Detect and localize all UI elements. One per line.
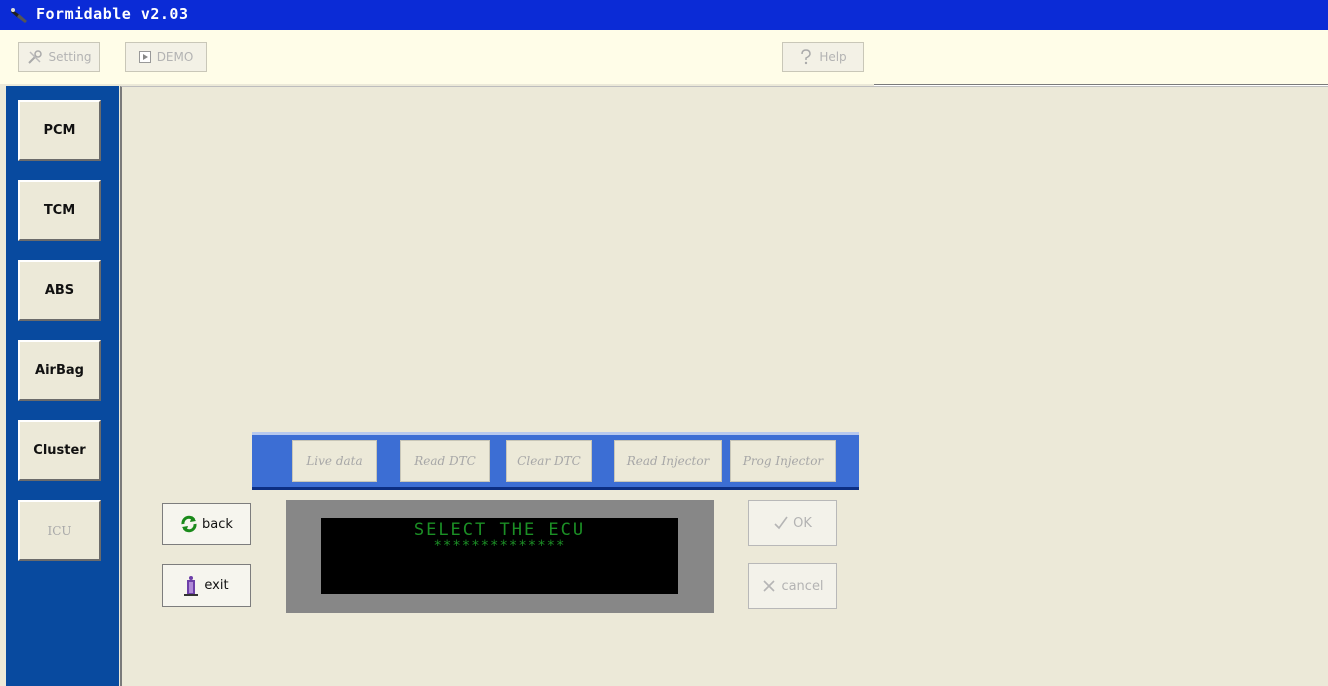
- read-dtc-button[interactable]: Read DTC: [400, 440, 490, 482]
- help-button[interactable]: Help: [782, 42, 864, 72]
- ecu-button-airbag[interactable]: AirBag: [18, 340, 101, 401]
- display-message: SELECT THE ECU: [413, 520, 586, 540]
- door-exit-icon: [184, 575, 199, 596]
- cancel-button[interactable]: cancel: [748, 563, 837, 609]
- function-bar: Live data Read DTC Clear DTC Read Inject…: [252, 432, 859, 490]
- tools-icon: [27, 50, 42, 64]
- window-title: Formidable v2.03: [36, 5, 189, 23]
- demo-label: DEMO: [156, 50, 194, 64]
- exit-label: exit: [204, 578, 229, 593]
- ecu-button-label: Cluster: [33, 443, 86, 458]
- ecu-button-label: ABS: [44, 283, 75, 298]
- function-label: Read DTC: [414, 454, 476, 468]
- help-label: Help: [819, 50, 847, 64]
- lcd-display: SELECT THE ECU **************: [321, 518, 678, 594]
- title-bar: Formidable v2.03: [0, 0, 1328, 30]
- back-button[interactable]: back: [162, 503, 251, 545]
- play-icon: [138, 51, 151, 63]
- refresh-icon: [181, 515, 197, 533]
- x-icon: [763, 580, 776, 592]
- cancel-label: cancel: [781, 578, 824, 594]
- prog-injector-button[interactable]: Prog Injector: [730, 440, 836, 482]
- display-asterisks: **************: [433, 538, 566, 554]
- ecu-button-label: PCM: [43, 123, 76, 138]
- lcd-display-frame: SELECT THE ECU **************: [286, 500, 714, 613]
- ecu-button-label: TCM: [43, 203, 76, 218]
- question-icon: [801, 49, 812, 65]
- ecu-sidebar: PCM TCM ABS AirBag Cluster ICU: [6, 86, 119, 686]
- ok-button[interactable]: OK: [748, 500, 837, 546]
- read-injector-button[interactable]: Read Injector: [614, 440, 722, 482]
- function-label: Read Injector: [626, 454, 710, 468]
- ecu-button-cluster[interactable]: Cluster: [18, 420, 101, 481]
- ok-label: OK: [793, 515, 812, 531]
- ecu-button-pcm[interactable]: PCM: [18, 100, 101, 161]
- exit-button[interactable]: exit: [162, 564, 251, 607]
- setting-button[interactable]: Setting: [18, 42, 100, 72]
- ecu-button-abs[interactable]: ABS: [18, 260, 101, 321]
- live-data-button[interactable]: Live data: [292, 440, 377, 482]
- clear-dtc-button[interactable]: Clear DTC: [506, 440, 592, 482]
- function-label: Prog Injector: [742, 454, 824, 468]
- setting-label: Setting: [48, 50, 92, 64]
- ecu-button-label: ICU: [47, 523, 72, 538]
- app-icon: [11, 8, 27, 23]
- function-label: Live data: [306, 454, 363, 468]
- back-label: back: [202, 516, 233, 532]
- ecu-button-tcm[interactable]: TCM: [18, 180, 101, 241]
- demo-button[interactable]: DEMO: [125, 42, 207, 72]
- toolbar: Setting DEMO Help: [0, 30, 1328, 84]
- ecu-button-icu[interactable]: ICU: [18, 500, 101, 561]
- function-label: Clear DTC: [517, 454, 581, 468]
- ecu-button-label: AirBag: [35, 363, 84, 378]
- checkmark-icon: [774, 516, 788, 530]
